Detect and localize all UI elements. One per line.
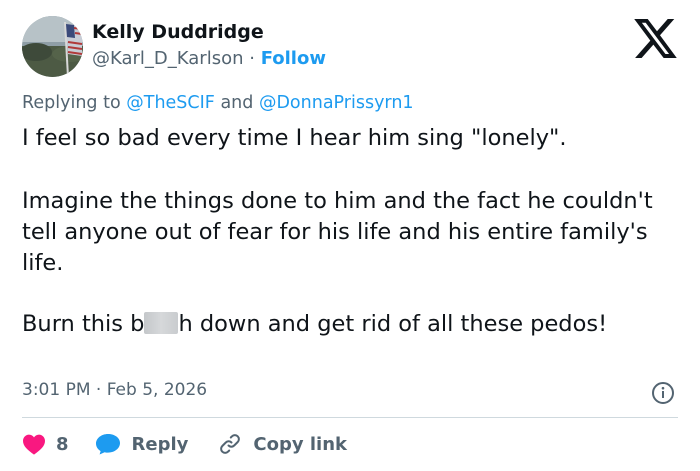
reply-label: Reply: [131, 433, 189, 455]
author-handle[interactable]: @Karl_D_Karlson: [92, 48, 244, 69]
reply-context: Replying to @TheSCIF and @DonnaPrissyrn1: [22, 93, 414, 113]
heart-icon: [23, 434, 45, 455]
action-bar: 8 Reply Copy link: [22, 429, 347, 459]
x-logo-icon[interactable]: [634, 19, 677, 58]
tweet-text-segment: h down and get rid of all these pedos!: [178, 311, 608, 337]
info-icon[interactable]: [651, 381, 675, 405]
like-count: 8: [56, 433, 69, 455]
avatar[interactable]: [22, 16, 83, 77]
reply-prefix: Replying to: [22, 93, 121, 113]
tweet-text-line: I feel so bad every time I hear him sing…: [22, 125, 567, 151]
like-button[interactable]: 8: [22, 433, 69, 455]
reply-conjunction: and: [220, 93, 254, 113]
copy-link-label: Copy link: [253, 433, 347, 455]
mention-link[interactable]: @TheSCIF: [126, 93, 215, 113]
author-name[interactable]: Kelly Duddridge: [92, 21, 264, 43]
author-handle-row: @Karl_D_Karlson · Follow: [92, 48, 326, 69]
reply-button[interactable]: Reply: [95, 433, 189, 455]
tweet-timestamp[interactable]: 3:01 PM · Feb 5, 2026: [22, 380, 207, 400]
tweet-text-segment: Burn this b: [22, 311, 145, 337]
tweet-text-paragraph: Imagine the things done to him and the f…: [22, 188, 653, 276]
divider: [22, 417, 678, 418]
avatar-image: [22, 16, 83, 77]
censor-blur: [144, 312, 179, 334]
mention-link[interactable]: @DonnaPrissyrn1: [259, 93, 414, 113]
separator-dot: ·: [249, 48, 255, 69]
link-icon: [220, 434, 241, 454]
copy-link-button[interactable]: Copy link: [218, 432, 347, 456]
tweet-text-paragraph: Burn this b h down and get rid of all the…: [22, 309, 682, 340]
speech-bubble-icon: [95, 434, 120, 455]
follow-button[interactable]: Follow: [261, 48, 326, 69]
